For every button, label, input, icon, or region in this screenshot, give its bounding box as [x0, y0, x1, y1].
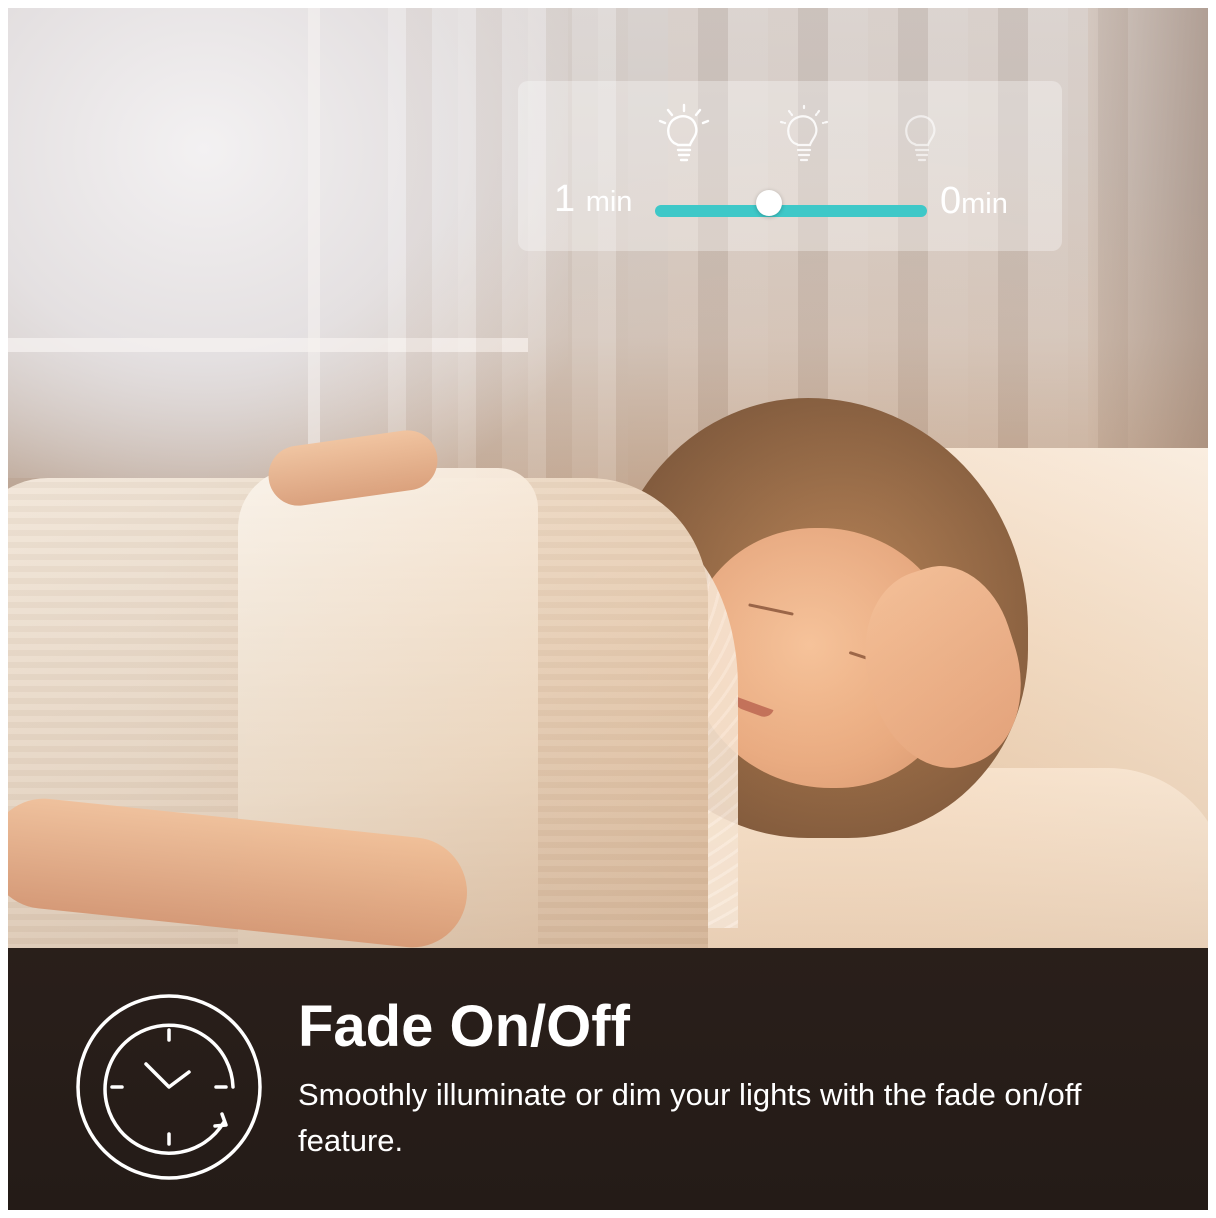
fade-start-value: 1 — [554, 178, 576, 220]
fade-start-unit: min — [585, 186, 633, 218]
fade-end-value: 0 — [940, 180, 962, 222]
dim-bulb-icon — [774, 103, 834, 173]
fade-slider-track[interactable] — [655, 205, 927, 217]
product-image: 1 min 0min Fade On/Off Smoothly illumina… — [8, 8, 1208, 1210]
clock-icon — [74, 992, 264, 1182]
feature-title: Fade On/Off — [298, 994, 630, 1059]
fade-slider-knob[interactable] — [756, 190, 783, 216]
fade-control-card: 1 min 0min — [518, 81, 1062, 251]
off-bulb-icon — [892, 103, 952, 173]
feature-description: Smoothly illuminate or dim your lights w… — [298, 1077, 1082, 1158]
feature-caption: Fade On/Off Smoothly illuminate or dim y… — [8, 948, 1208, 1210]
bright-bulb-icon — [654, 103, 714, 173]
fade-end-label: 0min — [940, 179, 1008, 226]
bedroom-photo: 1 min 0min — [8, 8, 1208, 948]
fade-end-unit: min — [961, 188, 1008, 220]
fade-start-label: 1 min — [554, 177, 632, 224]
